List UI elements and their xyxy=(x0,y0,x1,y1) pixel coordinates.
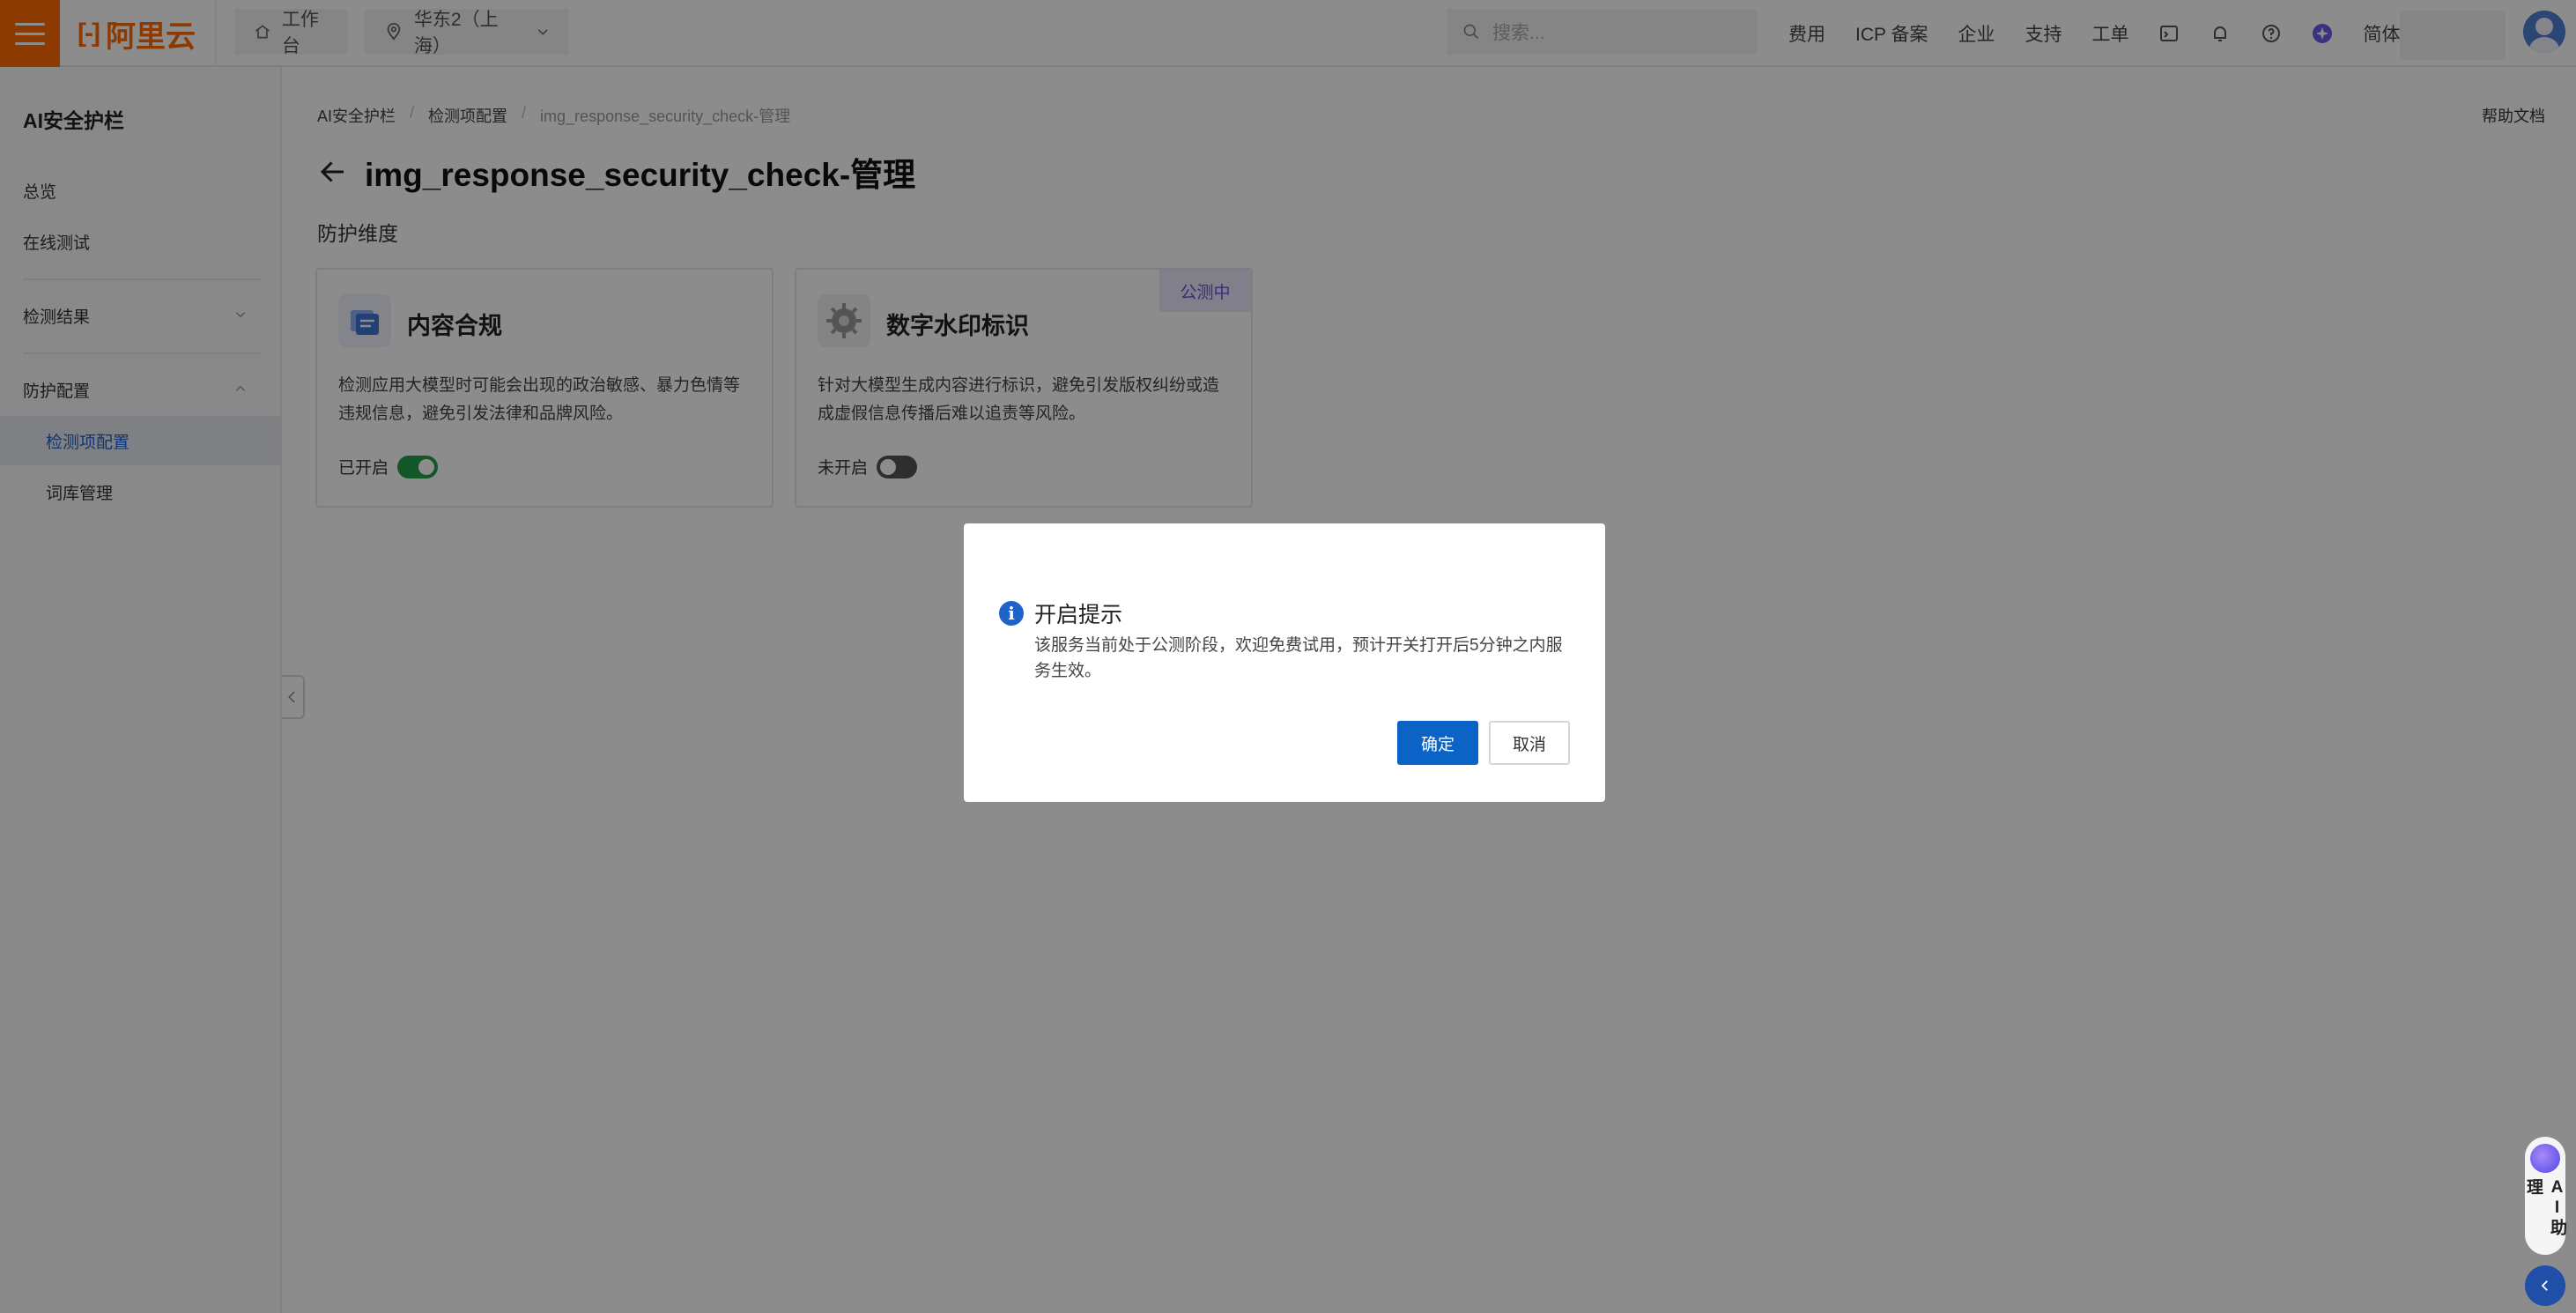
ai-assistant-button[interactable]: AI助理 xyxy=(2524,1137,2566,1255)
chevron-left-icon xyxy=(2541,1280,2548,1291)
ai-assistant-label: AI助理 xyxy=(2524,1178,2566,1238)
cancel-button[interactable]: 取消 xyxy=(1489,721,1570,765)
confirm-button[interactable]: 确定 xyxy=(1397,721,1478,765)
ai-orb-icon xyxy=(2530,1144,2560,1174)
enable-confirm-dialog: i 开启提示 该服务当前处于公测阶段，欢迎免费试用，预计开关打开后5分钟之内服务… xyxy=(964,523,1605,802)
dialog-title: 开启提示 xyxy=(1034,603,1123,627)
dialog-message: 该服务当前处于公测阶段，欢迎免费试用，预计开关打开后5分钟之内服务生效。 xyxy=(1034,636,1563,680)
ai-collapse-button[interactable] xyxy=(2525,1265,2565,1306)
info-icon: i xyxy=(999,601,1024,626)
